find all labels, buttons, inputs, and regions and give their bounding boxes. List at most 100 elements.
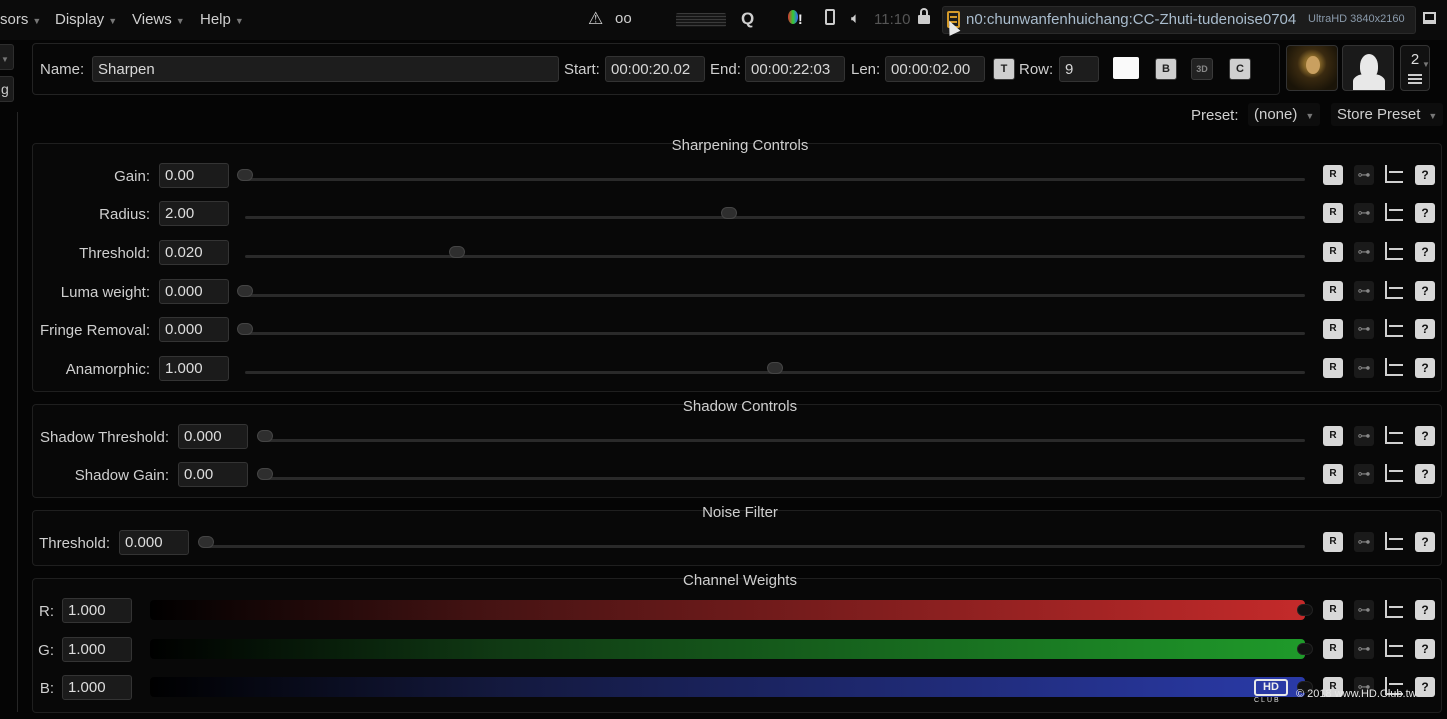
speaker-icon[interactable]: 🔈︎ — [851, 9, 860, 29]
left-panel-tab[interactable]: ▼ — [0, 44, 14, 70]
keyframe-key-icon[interactable]: ⊶ — [1354, 358, 1374, 378]
slider-knob[interactable] — [449, 246, 465, 258]
matte-thumbnail[interactable] — [1342, 45, 1394, 91]
color-swatch[interactable] — [1113, 57, 1139, 79]
param-slider-track[interactable] — [245, 178, 1305, 181]
menu-processors[interactable]: sors ▼ — [0, 11, 41, 28]
param-value-field[interactable]: 1.000 — [62, 675, 132, 700]
help-button[interactable]: ? — [1415, 426, 1435, 446]
keyframe-key-icon[interactable]: ⊶ — [1354, 600, 1374, 620]
help-button[interactable]: ? — [1415, 639, 1435, 659]
reset-button[interactable]: R — [1323, 639, 1343, 659]
param-value-field[interactable]: 0.00 — [159, 163, 229, 188]
reset-button[interactable]: R — [1323, 165, 1343, 185]
store-preset-dropdown[interactable]: Store Preset ▼ — [1331, 103, 1444, 126]
slider-knob[interactable] — [257, 468, 273, 480]
keyframe-key-icon[interactable]: ⊶ — [1354, 639, 1374, 659]
reset-button[interactable]: R — [1323, 358, 1343, 378]
help-button[interactable]: ? — [1415, 532, 1435, 552]
stereo-glasses-icon[interactable]: ᴏᴏ — [615, 9, 632, 29]
track-toggle-button[interactable]: T — [993, 58, 1015, 80]
param-value-field[interactable]: 0.020 — [159, 240, 229, 265]
slider-knob[interactable] — [1297, 604, 1313, 616]
keyframe-key-icon[interactable]: ⊶ — [1354, 281, 1374, 301]
param-slider-track[interactable] — [265, 439, 1305, 442]
help-button[interactable]: ? — [1415, 242, 1435, 262]
help-button[interactable]: ? — [1415, 319, 1435, 339]
stereo-3d-button[interactable]: 3D — [1191, 58, 1213, 80]
curve-graph-icon[interactable] — [1385, 242, 1403, 260]
slider-knob[interactable] — [237, 169, 253, 181]
reset-button[interactable]: R — [1323, 464, 1343, 484]
scrub-groove[interactable] — [676, 13, 726, 27]
param-slider-track[interactable] — [245, 294, 1305, 297]
length-timecode-field[interactable]: 00:00:02.00 — [885, 56, 985, 82]
slider-knob[interactable] — [257, 430, 273, 442]
source-thumbnail[interactable] — [1286, 45, 1338, 91]
channel-weight-slider[interactable] — [150, 639, 1305, 659]
warning-icon[interactable]: ⚠ — [588, 9, 603, 29]
slider-knob[interactable] — [237, 323, 253, 335]
monitor-icon[interactable] — [1423, 12, 1436, 24]
menu-display[interactable]: Display ▼ — [55, 11, 117, 28]
param-value-field[interactable]: 1.000 — [62, 637, 132, 662]
param-slider-track[interactable] — [245, 216, 1305, 219]
keyframe-key-icon[interactable]: ⊶ — [1354, 464, 1374, 484]
help-button[interactable]: ? — [1415, 281, 1435, 301]
search-icon[interactable]: Q — [741, 9, 754, 29]
layer-count-button[interactable]: 2 ▼ — [1400, 45, 1430, 91]
slider-knob[interactable] — [1297, 643, 1313, 655]
keyframe-key-icon[interactable]: ⊶ — [1354, 532, 1374, 552]
help-button[interactable]: ? — [1415, 358, 1435, 378]
keyframe-key-icon[interactable]: ⊶ — [1354, 242, 1374, 262]
effect-name-field[interactable]: Sharpen — [92, 56, 559, 82]
help-button[interactable]: ? — [1415, 677, 1435, 697]
curve-graph-icon[interactable] — [1385, 600, 1403, 618]
param-value-field[interactable]: 1.000 — [62, 598, 132, 623]
lock-icon[interactable] — [918, 8, 930, 30]
bypass-button[interactable]: B — [1155, 58, 1177, 80]
curve-graph-icon[interactable] — [1385, 319, 1403, 337]
help-button[interactable]: ? — [1415, 203, 1435, 223]
left-panel-tab[interactable]: g — [0, 76, 14, 102]
channel-weight-slider[interactable] — [150, 600, 1305, 620]
reset-button[interactable]: R — [1323, 242, 1343, 262]
param-value-field[interactable]: 0.000 — [159, 279, 229, 304]
end-timecode-field[interactable]: 00:00:22:03 — [745, 56, 845, 82]
help-button[interactable]: ? — [1415, 600, 1435, 620]
keyframe-key-icon[interactable]: ⊶ — [1354, 165, 1374, 185]
param-value-field[interactable]: 1.000 — [159, 356, 229, 381]
param-value-field[interactable]: 0.000 — [159, 317, 229, 342]
help-button[interactable]: ? — [1415, 464, 1435, 484]
param-slider-track[interactable] — [265, 477, 1305, 480]
param-slider-track[interactable] — [245, 255, 1305, 258]
curve-graph-icon[interactable] — [1385, 639, 1403, 657]
param-value-field[interactable]: 2.00 — [159, 201, 229, 226]
param-value-field[interactable]: 0.000 — [178, 424, 248, 449]
preset-dropdown[interactable]: (none) ▼ — [1248, 103, 1321, 126]
param-value-field[interactable]: 0.000 — [119, 530, 189, 555]
reset-button[interactable]: R — [1323, 281, 1343, 301]
help-button[interactable]: ? — [1415, 165, 1435, 185]
reset-button[interactable]: R — [1323, 319, 1343, 339]
reset-button[interactable]: R — [1323, 203, 1343, 223]
slider-knob[interactable] — [237, 285, 253, 297]
slider-knob[interactable] — [721, 207, 738, 219]
param-value-field[interactable]: 0.00 — [178, 462, 248, 487]
curve-graph-icon[interactable] — [1385, 358, 1403, 376]
menu-views[interactable]: Views ▼ — [132, 11, 185, 28]
curve-graph-icon[interactable] — [1385, 426, 1403, 444]
menu-help[interactable]: Help ▼ — [200, 11, 244, 28]
slider-knob[interactable] — [198, 536, 214, 548]
channel-weight-slider[interactable] — [150, 677, 1305, 697]
phone-icon[interactable] — [825, 9, 835, 30]
param-slider-track[interactable] — [206, 545, 1305, 548]
row-number-field[interactable]: 9 — [1059, 56, 1099, 82]
curve-graph-icon[interactable] — [1385, 532, 1403, 550]
color-scopes-icon[interactable]: ! — [788, 9, 803, 29]
reset-button[interactable]: R — [1323, 600, 1343, 620]
curve-graph-icon[interactable] — [1385, 165, 1403, 183]
curve-graph-icon[interactable] — [1385, 281, 1403, 299]
slider-knob[interactable] — [767, 362, 783, 374]
keyframe-key-icon[interactable]: ⊶ — [1354, 319, 1374, 339]
